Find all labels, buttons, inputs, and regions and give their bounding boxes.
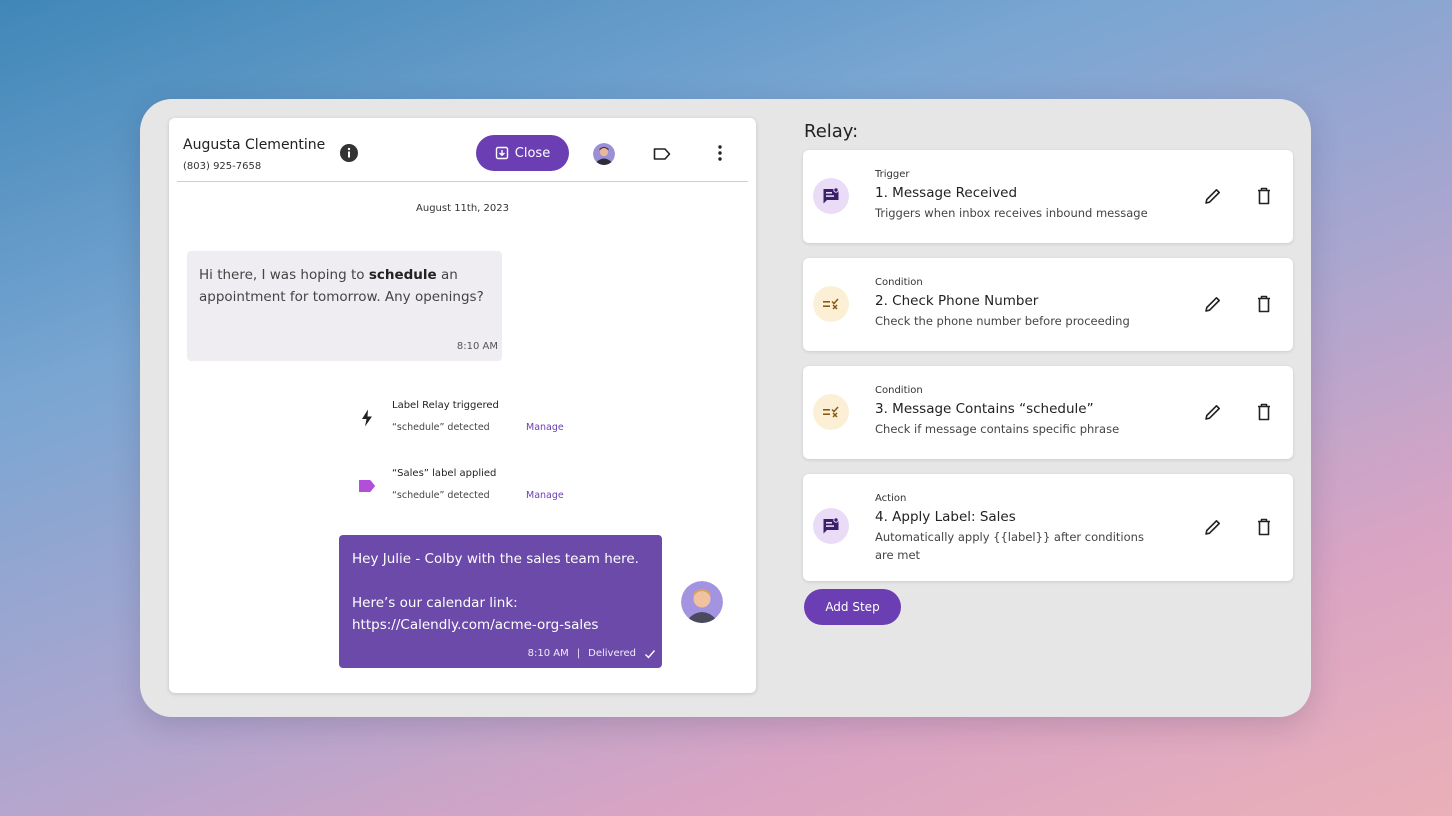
message-icon: [823, 517, 839, 534]
step-description: Check if message contains specific phras…: [875, 422, 1120, 436]
event-title: Label Relay triggered: [392, 400, 499, 411]
delivery-status: Delivered: [588, 648, 636, 659]
label-tag-icon: [359, 480, 375, 492]
bolt-icon: [362, 409, 372, 427]
manage-link[interactable]: Manage: [526, 422, 564, 433]
incoming-message-time: 8:10 AM: [456, 341, 498, 352]
incoming-message: Hi there, I was hoping to schedule an ap…: [187, 251, 502, 361]
step-icon: [813, 394, 849, 430]
info-icon[interactable]: [339, 143, 359, 163]
event-label-applied: “Sales” label applied “schedule” detecte…: [357, 468, 587, 508]
archive-box-icon: [495, 146, 508, 160]
incoming-text-before: Hi there, I was hoping to: [199, 267, 369, 283]
label-icon[interactable]: [652, 144, 672, 164]
outgoing-line-1: Hey Julie - Colby with the sales team he…: [352, 551, 639, 567]
step-type: Condition: [875, 385, 923, 396]
event-title: “Sales” label applied: [392, 468, 497, 479]
relay-title: Relay:: [804, 121, 859, 142]
step-type: Trigger: [875, 169, 910, 180]
step-title: 1. Message Received: [875, 185, 1018, 201]
sender-avatar: [681, 581, 723, 623]
outgoing-line-3[interactable]: https://Calendly.com/acme-org-sales: [352, 614, 649, 636]
step-description: Triggers when inbox receives inbound mes…: [875, 206, 1148, 220]
assignee-avatar[interactable]: [593, 143, 615, 165]
main-card: Augusta Clementine (803) 925-7658 Close: [140, 99, 1311, 717]
contact-name: Augusta Clementine: [183, 137, 326, 153]
trash-icon[interactable]: [1253, 516, 1275, 538]
edit-pencil-icon[interactable]: [1202, 401, 1224, 423]
step-type: Condition: [875, 277, 923, 288]
edit-pencil-icon[interactable]: [1202, 516, 1224, 538]
trash-icon[interactable]: [1253, 401, 1275, 423]
step-description: Automatically apply {{label}} after cond…: [875, 530, 1144, 562]
message-icon: [823, 187, 839, 204]
step-title: 3. Message Contains “schedule”: [875, 401, 1094, 417]
conversation-panel: Augusta Clementine (803) 925-7658 Close: [169, 118, 756, 693]
close-button-label: Close: [514, 145, 551, 161]
date-divider: August 11th, 2023: [416, 203, 509, 214]
event-subtitle: “schedule” detected: [392, 422, 490, 433]
meta-separator: |: [576, 648, 581, 659]
relay-step-action[interactable]: Action 4. Apply Label: Sales Automatical…: [803, 474, 1293, 581]
outgoing-time: 8:10 AM: [527, 648, 569, 659]
step-title: 4. Apply Label: Sales: [875, 509, 1016, 525]
trash-icon[interactable]: [1253, 185, 1275, 207]
outgoing-meta: 8:10 AM | Delivered: [528, 643, 656, 665]
manage-link[interactable]: Manage: [526, 490, 564, 501]
conversation-header: Augusta Clementine (803) 925-7658 Close: [177, 118, 748, 182]
event-subtitle: “schedule” detected: [392, 490, 490, 501]
contact-phone: (803) 925-7658: [183, 161, 262, 172]
relay-step-condition-phrase[interactable]: Condition 3. Message Contains “schedule”…: [803, 366, 1293, 459]
step-icon: [813, 178, 849, 214]
step-description: Check the phone number before proceeding: [875, 314, 1130, 328]
step-icon: [813, 286, 849, 322]
more-vertical-icon[interactable]: [710, 143, 730, 163]
edit-pencil-icon[interactable]: [1202, 293, 1224, 315]
incoming-text-bold: schedule: [368, 267, 437, 283]
condition-icon: [823, 406, 839, 418]
trash-icon[interactable]: [1253, 293, 1275, 315]
condition-icon: [823, 298, 839, 310]
event-relay-triggered: Label Relay triggered “schedule” detecte…: [357, 400, 587, 440]
relay-step-condition-phone[interactable]: Condition 2. Check Phone Number Check th…: [803, 258, 1293, 351]
outgoing-line-2: Here’s our calendar link:: [352, 595, 518, 611]
step-title: 2. Check Phone Number: [875, 293, 1039, 309]
check-icon: [645, 650, 656, 659]
add-step-button[interactable]: Add Step: [804, 589, 901, 625]
close-conversation-button[interactable]: Close: [476, 135, 569, 171]
outgoing-message: Hey Julie - Colby with the sales team he…: [339, 535, 662, 668]
step-type: Action: [875, 493, 907, 504]
relay-step-trigger[interactable]: Trigger 1. Message Received Triggers whe…: [803, 150, 1293, 243]
edit-pencil-icon[interactable]: [1202, 185, 1224, 207]
step-icon: [813, 508, 849, 544]
